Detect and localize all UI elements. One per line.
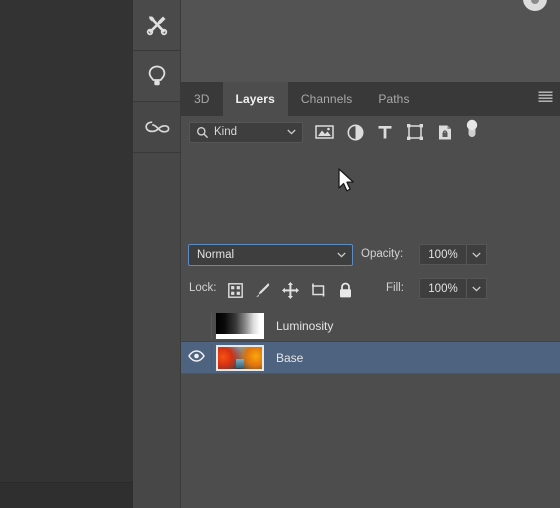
- chevron-down-icon[interactable]: [337, 252, 346, 258]
- opacity-dropdown-button[interactable]: [467, 244, 487, 265]
- lock-artboard-nesting-icon[interactable]: [310, 282, 327, 298]
- opacity-field[interactable]: 100%: [419, 244, 467, 265]
- hamburger-menu-icon: [538, 90, 553, 108]
- blend-mode-row: Normal Opacity: 100%: [181, 244, 560, 268]
- learn-button[interactable]: [133, 51, 181, 102]
- tools-icon: [144, 12, 170, 38]
- table-row[interactable]: Base: [181, 342, 560, 374]
- photoshop-window: 3D Layers Channels Paths Kind Normal Opa…: [0, 0, 560, 508]
- layer-name-luminosity: Luminosity: [276, 318, 334, 333]
- blend-mode-select[interactable]: Normal: [188, 244, 353, 266]
- opacity-label: Opacity:: [361, 248, 404, 260]
- panel-top-background: [181, 0, 560, 82]
- pixel-layer-filter-icon[interactable]: [315, 124, 334, 140]
- fill-dropdown-button[interactable]: [467, 278, 487, 299]
- lock-row: Lock: Fill: 100%: [181, 278, 560, 302]
- tools-preset-button[interactable]: [133, 0, 181, 51]
- filter-type-icons: [315, 123, 453, 141]
- table-row[interactable]: Luminosity: [181, 310, 560, 342]
- lock-icons: [228, 278, 353, 302]
- lightbulb-icon: [145, 63, 169, 89]
- chevron-down-icon[interactable]: [287, 129, 296, 135]
- fill-value: 100%: [428, 282, 458, 295]
- filter-toggle-switch[interactable]: [465, 119, 479, 146]
- fill-field[interactable]: 100%: [419, 278, 467, 299]
- adjustment-layer-filter-icon[interactable]: [347, 124, 364, 141]
- tab-3d[interactable]: 3D: [181, 82, 223, 116]
- gradient-thumbnail[interactable]: [216, 312, 264, 339]
- fill-label: Fill:: [386, 282, 404, 294]
- blend-mode-value: Normal: [197, 249, 235, 261]
- lock-all-icon[interactable]: [338, 282, 353, 299]
- layer-visibility-toggle-base[interactable]: [181, 342, 211, 373]
- lock-label: Lock:: [189, 282, 217, 294]
- type-layer-filter-icon[interactable]: [377, 124, 393, 140]
- canvas-area[interactable]: [0, 0, 133, 508]
- eye-icon: [187, 349, 205, 367]
- filter-kind-select[interactable]: Kind: [189, 121, 303, 143]
- rail-filler: [133, 150, 181, 508]
- shape-layer-filter-icon[interactable]: [406, 123, 424, 141]
- photo-thumbnail-image: [218, 346, 262, 369]
- layer-row-divider: [211, 345, 212, 371]
- tabbar-spacer: [423, 82, 530, 116]
- layers-panel: 3D Layers Channels Paths Kind Normal Opa…: [181, 82, 560, 508]
- layer-name-base: Base: [276, 350, 304, 365]
- opacity-value: 100%: [428, 248, 458, 261]
- tab-paths[interactable]: Paths: [365, 82, 422, 116]
- canvas-bottom-strip: [0, 483, 133, 508]
- tab-layers[interactable]: Layers: [222, 82, 288, 116]
- icon-rail: [133, 0, 181, 508]
- filter-kind-label: Kind: [214, 126, 238, 138]
- photo-thumbnail[interactable]: [216, 344, 264, 371]
- creative-cloud-icon: [143, 115, 171, 139]
- smart-object-filter-icon[interactable]: [437, 124, 453, 141]
- lock-image-pixels-icon[interactable]: [254, 282, 271, 299]
- layer-list: Luminosity Base: [181, 310, 560, 374]
- layer-row-divider: [211, 313, 212, 339]
- tab-channels[interactable]: Channels: [288, 82, 366, 116]
- panel-tabbar: 3D Layers Channels Paths: [181, 82, 560, 116]
- panel-menu-button[interactable]: [530, 82, 560, 116]
- layer-visibility-toggle-luminosity[interactable]: [181, 310, 211, 341]
- lock-position-icon[interactable]: [282, 281, 299, 299]
- lock-transparent-pixels-icon[interactable]: [228, 282, 243, 298]
- creative-cloud-libraries-button[interactable]: [133, 102, 181, 153]
- layer-filter-row: Kind: [181, 116, 560, 148]
- search-icon: [196, 126, 209, 139]
